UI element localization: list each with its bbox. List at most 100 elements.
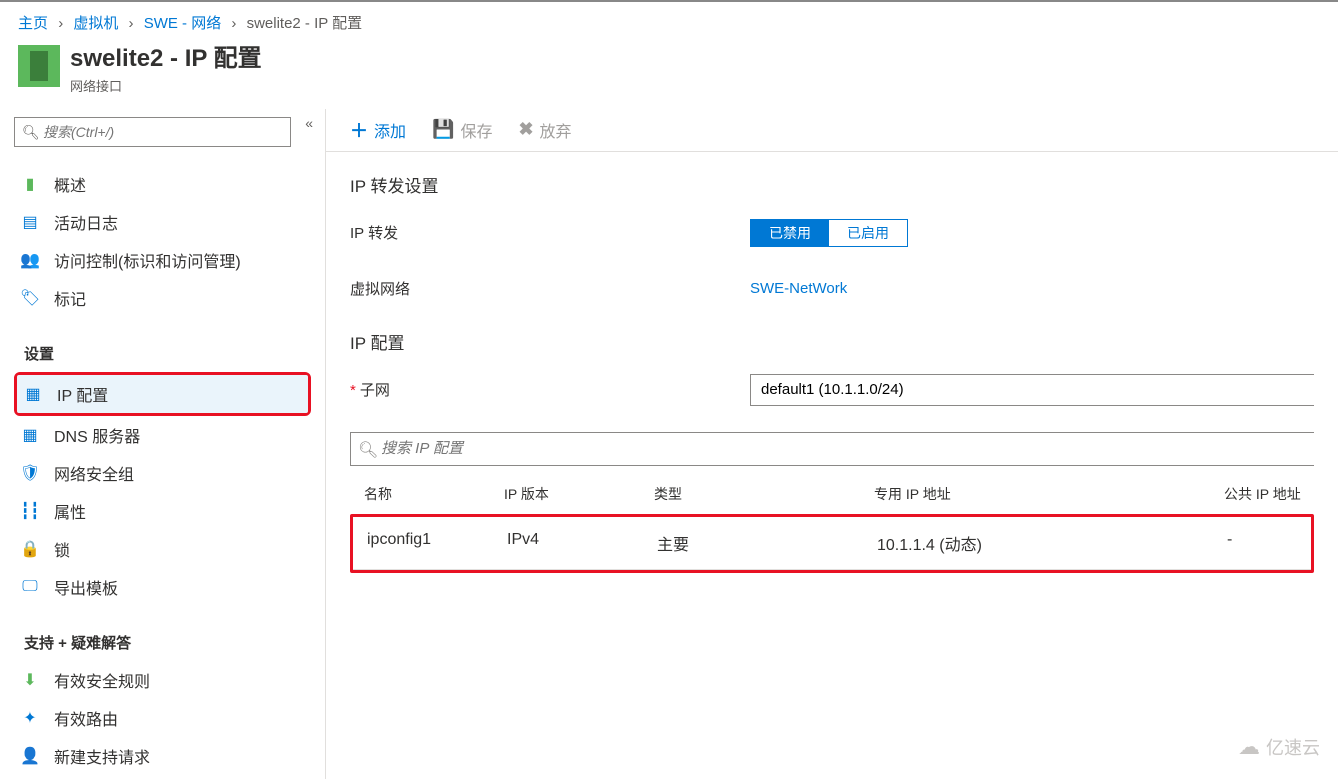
col-type: 类型 bbox=[654, 484, 874, 504]
ip-config-section: IP 配置 *子网 bbox=[326, 309, 1338, 410]
col-version: IP 版本 bbox=[504, 484, 654, 504]
cell-public-ip: - bbox=[1227, 531, 1311, 555]
ip-forwarding-toggle[interactable]: 已禁用 已启用 bbox=[750, 219, 908, 247]
sidebar-item-overview[interactable]: ▮ 概述 bbox=[14, 165, 311, 203]
sidebar-item-label: 导出模板 bbox=[54, 575, 118, 599]
sidebar-item-label: 有效路由 bbox=[54, 706, 118, 730]
sidebar-item-label: 访问控制(标识和访问管理) bbox=[54, 248, 241, 272]
search-icon: 🔍︎ bbox=[22, 124, 40, 141]
sidebar-item-label: 网络安全组 bbox=[54, 461, 134, 485]
col-public-ip: 公共 IP 地址 bbox=[1224, 484, 1314, 504]
chevron-right-icon: › bbox=[58, 15, 63, 32]
breadcrumb: 主页 › 虚拟机 › SWE - 网络 › swelite2 - IP 配置 bbox=[0, 0, 1338, 39]
toolbar: ＋ 添加 💾 保存 ✖ 放弃 bbox=[326, 109, 1338, 152]
add-button[interactable]: ＋ 添加 bbox=[350, 117, 406, 143]
toggle-disabled[interactable]: 已禁用 bbox=[751, 220, 829, 246]
nic-resource-icon bbox=[18, 45, 60, 87]
add-label: 添加 bbox=[374, 118, 406, 142]
ip-config-table: 名称 IP 版本 类型 专用 IP 地址 公共 IP 地址 ipconfig1 … bbox=[326, 474, 1338, 573]
cell-name: ipconfig1 bbox=[367, 531, 507, 555]
ip-config-search: 🔍︎ bbox=[350, 432, 1314, 466]
save-label: 保存 bbox=[460, 118, 492, 142]
effective-rules-icon: ⬇ bbox=[20, 670, 40, 690]
properties-icon: ┇┇ bbox=[20, 501, 40, 521]
new-support-icon: 👤 bbox=[20, 746, 40, 766]
sidebar-section-support: 支持 + 疑难解答 bbox=[24, 632, 311, 653]
ip-forwarding-label: IP 转发 bbox=[350, 222, 750, 243]
save-button: 💾 保存 bbox=[432, 118, 492, 142]
collapse-sidebar-icon[interactable]: « bbox=[305, 115, 313, 131]
breadcrumb-network[interactable]: SWE - 网络 bbox=[144, 15, 222, 32]
sidebar-item-ip-config[interactable]: ▦ IP 配置 bbox=[17, 375, 308, 413]
ip-forwarding-section: IP 转发设置 IP 转发 已禁用 已启用 虚拟网络 SWE-NetWork bbox=[326, 152, 1338, 309]
sidebar-item-locks[interactable]: 🔒 锁 bbox=[14, 530, 311, 568]
plus-icon: ＋ bbox=[350, 117, 368, 143]
overview-icon: ▮ bbox=[20, 174, 40, 194]
ip-config-search-input[interactable] bbox=[350, 432, 1314, 466]
watermark-text: 亿速云 bbox=[1266, 734, 1320, 760]
dns-icon: ▦ bbox=[20, 425, 40, 445]
resource-type-label: 网络接口 bbox=[70, 76, 262, 95]
vnet-label: 虚拟网络 bbox=[350, 278, 750, 299]
col-name: 名称 bbox=[364, 484, 504, 504]
section-title: IP 转发设置 bbox=[350, 172, 1314, 197]
sidebar-item-effective-rules[interactable]: ⬇ 有效安全规则 bbox=[14, 661, 311, 699]
discard-label: 放弃 bbox=[540, 118, 572, 142]
cell-private-ip: 10.1.1.4 (动态) bbox=[877, 531, 1227, 555]
export-template-icon: 🖵 bbox=[20, 577, 40, 597]
discard-icon: ✖ bbox=[518, 119, 533, 140]
sidebar-item-label: IP 配置 bbox=[57, 382, 108, 406]
cell-type: 主要 bbox=[657, 531, 877, 555]
sidebar-item-label: 新建支持请求 bbox=[54, 744, 150, 768]
sidebar-item-label: 属性 bbox=[54, 499, 86, 523]
col-private-ip: 专用 IP 地址 bbox=[874, 484, 1224, 504]
sidebar-item-label: 标记 bbox=[54, 286, 86, 310]
nsg-icon: 🛡 bbox=[20, 463, 40, 483]
toggle-enabled[interactable]: 已启用 bbox=[829, 220, 907, 246]
vnet-link[interactable]: SWE-NetWork bbox=[750, 280, 847, 297]
sidebar-item-properties[interactable]: ┇┇ 属性 bbox=[14, 492, 311, 530]
page-header: swelite2 - IP 配置 网络接口 bbox=[0, 39, 1338, 109]
sidebar: « 🔍︎ ▮ 概述 ▤ 活动日志 👥 访问控制(标识和访问管理) 🏷 标记 设置… bbox=[0, 109, 326, 779]
chevron-right-icon: › bbox=[231, 15, 236, 32]
sidebar-item-export-template[interactable]: 🖵 导出模板 bbox=[14, 568, 311, 606]
sidebar-section-settings: 设置 bbox=[24, 343, 311, 364]
access-control-icon: 👥 bbox=[20, 250, 40, 270]
watermark: ☁ 亿速云 bbox=[1238, 734, 1320, 760]
sidebar-item-tags[interactable]: 🏷 标记 bbox=[14, 279, 311, 317]
search-icon: 🔍︎ bbox=[358, 440, 378, 460]
breadcrumb-vm[interactable]: 虚拟机 bbox=[73, 15, 118, 32]
cell-version: IPv4 bbox=[507, 531, 657, 555]
ip-config-icon: ▦ bbox=[23, 384, 43, 404]
sidebar-item-label: 概述 bbox=[54, 172, 86, 196]
breadcrumb-current: swelite2 - IP 配置 bbox=[247, 15, 363, 32]
chevron-right-icon: › bbox=[129, 15, 134, 32]
sidebar-item-access-control[interactable]: 👥 访问控制(标识和访问管理) bbox=[14, 241, 311, 279]
sidebar-item-label: 有效安全规则 bbox=[54, 668, 150, 692]
section-title: IP 配置 bbox=[350, 329, 1314, 354]
lock-icon: 🔒 bbox=[20, 539, 40, 559]
sidebar-item-label: DNS 服务器 bbox=[54, 423, 140, 447]
breadcrumb-home[interactable]: 主页 bbox=[18, 15, 48, 32]
sidebar-search-input[interactable] bbox=[14, 117, 291, 147]
sidebar-search: 🔍︎ bbox=[14, 117, 291, 147]
main-panel: ＋ 添加 💾 保存 ✖ 放弃 IP 转发设置 IP 转发 已禁用 已启用 bbox=[326, 109, 1338, 779]
subnet-label: *子网 bbox=[350, 379, 750, 400]
sidebar-item-label: 锁 bbox=[54, 537, 70, 561]
save-icon: 💾 bbox=[432, 119, 454, 140]
tag-icon: 🏷 bbox=[20, 288, 40, 308]
sidebar-item-activity-log[interactable]: ▤ 活动日志 bbox=[14, 203, 311, 241]
sidebar-item-effective-routes[interactable]: ✦ 有效路由 bbox=[14, 699, 311, 737]
table-header: 名称 IP 版本 类型 专用 IP 地址 公共 IP 地址 bbox=[326, 474, 1338, 514]
table-row[interactable]: ipconfig1 IPv4 主要 10.1.1.4 (动态) - bbox=[353, 517, 1311, 570]
discard-button: ✖ 放弃 bbox=[518, 118, 571, 142]
activity-log-icon: ▤ bbox=[20, 212, 40, 232]
subnet-select[interactable] bbox=[750, 374, 1314, 406]
page-title: swelite2 - IP 配置 bbox=[70, 45, 262, 74]
sidebar-item-new-support[interactable]: 👤 新建支持请求 bbox=[14, 737, 311, 775]
effective-routes-icon: ✦ bbox=[20, 708, 40, 728]
sidebar-item-dns[interactable]: ▦ DNS 服务器 bbox=[14, 416, 311, 454]
sidebar-item-label: 活动日志 bbox=[54, 210, 118, 234]
cloud-icon: ☁ bbox=[1238, 734, 1260, 760]
sidebar-item-nsg[interactable]: 🛡 网络安全组 bbox=[14, 454, 311, 492]
